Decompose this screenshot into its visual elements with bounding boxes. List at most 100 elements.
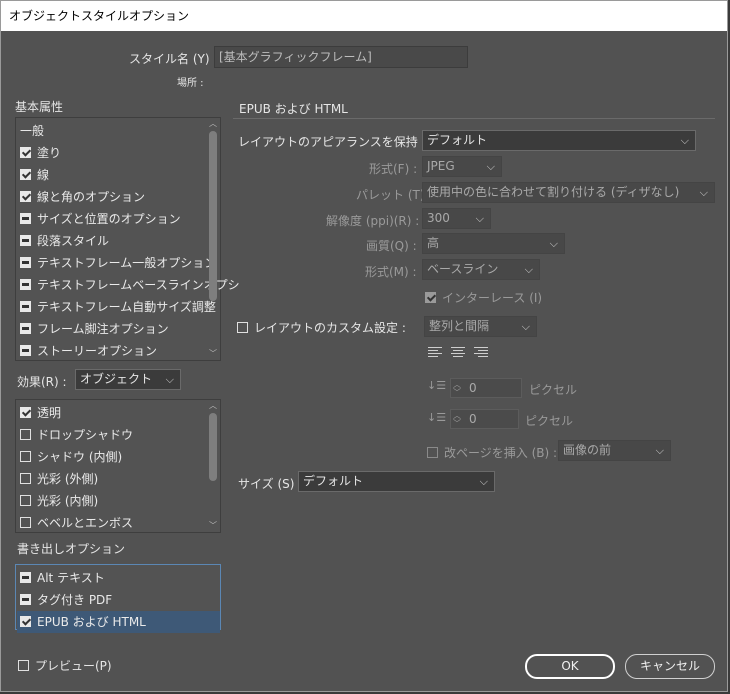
basic-attribute-item-label: ストーリーオプション <box>37 344 158 358</box>
checkbox-mixed-icon[interactable] <box>20 594 31 605</box>
checkbox-empty-icon[interactable] <box>20 451 31 462</box>
effect-item-label: ベベルとエンボス <box>37 516 134 530</box>
stepper-down-icon[interactable]: ﹀ <box>453 418 461 429</box>
scroll-down-arrow-icon[interactable]: ﹀ <box>207 521 219 531</box>
palette-value: 使用中の色に合わせて割り付ける (ディザなし) <box>427 185 680 199</box>
scroll-thumb[interactable] <box>209 131 217 301</box>
basic-attribute-item[interactable]: ストーリーオプション <box>20 340 157 362</box>
interlace-label: インターレース (I) <box>442 291 543 305</box>
align-center-icon[interactable] <box>451 347 465 359</box>
effect-item[interactable]: 光彩 (外側) <box>20 468 98 490</box>
basic-attribute-item[interactable]: 線と角のオプション <box>20 186 145 208</box>
basic-attributes-list: 一般 塗り線線と角のオプションサイズと位置のオプション段落スタイルテキストフレーム… <box>15 117 240 362</box>
effects-scrollbar[interactable]: ︿ ﹀ <box>207 401 219 531</box>
export-option-item[interactable]: タグ付き PDF <box>20 589 112 611</box>
size-label: サイズ (S) : <box>238 477 303 491</box>
basic-attribute-item[interactable]: 一般 <box>20 120 44 142</box>
interlace-checkbox[interactable]: インターレース (I) <box>425 289 542 306</box>
resolution-select[interactable]: 300 ⌵ <box>422 208 491 229</box>
checkbox-mixed-icon[interactable] <box>20 213 31 224</box>
basic-attribute-item[interactable]: サイズと位置のオプション <box>20 208 181 230</box>
style-name-label: スタイル名 (Y) : <box>129 52 218 66</box>
effects-select[interactable]: オブジェクト ⌵ <box>75 369 181 390</box>
quality-select[interactable]: 高 ⌵ <box>422 233 565 254</box>
space-before-stepper[interactable]: ︿ ﹀ 0 <box>450 378 522 398</box>
method-select[interactable]: ベースライン ⌵ <box>422 259 540 280</box>
custom-layout-select[interactable]: 整列と間隔 ⌵ <box>424 316 537 337</box>
space-after-value[interactable]: 0 <box>469 412 477 426</box>
scroll-thumb[interactable] <box>209 413 217 481</box>
page-break-value: 画像の前 <box>563 443 612 457</box>
checkbox-mixed-icon[interactable] <box>20 345 31 356</box>
ok-button[interactable]: OK <box>525 654 615 679</box>
page-break-select[interactable]: 画像の前 ⌵ <box>558 440 671 461</box>
format-select[interactable]: JPEG ⌵ <box>422 156 502 177</box>
effects-label: 効果(R) : <box>17 375 67 389</box>
chevron-down-icon: ⌵ <box>165 373 174 386</box>
export-option-item[interactable]: Alt テキスト <box>20 567 105 589</box>
size-value: デフォルト <box>303 474 364 488</box>
checkbox-mixed-icon[interactable] <box>20 323 31 334</box>
checkbox-mixed-icon[interactable] <box>20 235 31 246</box>
scroll-down-arrow-icon[interactable]: ﹀ <box>207 349 219 359</box>
preserve-layout-select[interactable]: デフォルト ⌵ <box>422 130 696 151</box>
chevron-down-icon: ⌵ <box>655 444 664 457</box>
export-option-item[interactable]: EPUB および HTML <box>17 611 220 633</box>
custom-layout-checkbox[interactable]: レイアウトのカスタム設定 : <box>237 319 406 336</box>
checkbox-mixed-icon[interactable] <box>20 257 31 268</box>
basic-attribute-item-label: テキストフレーム自動サイズ調整 <box>37 300 216 314</box>
checkbox-empty-icon[interactable] <box>20 473 31 484</box>
scroll-up-arrow-icon[interactable]: ︿ <box>207 401 219 411</box>
checkbox-mixed-icon[interactable] <box>20 301 31 312</box>
basic-attribute-item[interactable]: テキストフレーム一般オプション <box>20 252 216 274</box>
checkbox-empty-icon <box>427 447 438 458</box>
effect-item[interactable]: ドロップシャドウ <box>20 424 133 446</box>
effect-item[interactable]: ベベルとエンボス <box>20 512 133 534</box>
checkbox-empty-icon[interactable] <box>20 495 31 506</box>
checkbox-empty-icon[interactable] <box>20 517 31 528</box>
checkbox-checked-icon[interactable] <box>20 191 31 202</box>
cancel-button[interactable]: キャンセル <box>625 654 715 679</box>
checkbox-empty-icon <box>18 660 29 671</box>
preview-checkbox[interactable]: プレビュー(P) <box>18 657 112 674</box>
basic-attribute-item[interactable]: 線 <box>20 164 49 186</box>
checkbox-empty-icon <box>237 322 248 333</box>
space-before-value[interactable]: 0 <box>469 381 477 395</box>
basic-attribute-item[interactable]: 塗り <box>20 142 61 164</box>
basic-attribute-item-label: 線と角のオプション <box>37 190 146 204</box>
stepper-down-icon[interactable]: ﹀ <box>453 387 461 398</box>
format-value: JPEG <box>427 159 455 173</box>
align-left-icon[interactable] <box>428 347 442 359</box>
chevron-down-icon: ⌵ <box>475 212 484 225</box>
align-right-icon[interactable] <box>474 347 488 359</box>
size-select[interactable]: デフォルト ⌵ <box>298 471 495 492</box>
chevron-down-icon: ⌵ <box>486 160 495 173</box>
basic-attributes-scrollbar[interactable]: ︿ ﹀ <box>207 119 219 359</box>
chevron-down-icon: ⌵ <box>680 134 689 147</box>
page-break-label: 改ページを挿入 (B) : <box>444 446 558 460</box>
checkbox-checked-icon[interactable] <box>20 169 31 180</box>
effect-item-label: ドロップシャドウ <box>37 428 134 442</box>
space-after-stepper[interactable]: ︿ ﹀ 0 <box>450 409 519 429</box>
effect-item[interactable]: シャドウ (内側) <box>20 446 122 468</box>
palette-select[interactable]: 使用中の色に合わせて割り付ける (ディザなし) ⌵ <box>422 182 715 203</box>
checkbox-checked-icon[interactable] <box>20 407 31 418</box>
basic-attribute-item-label: サイズと位置のオプション <box>37 212 181 226</box>
location-label: 場所 : <box>177 78 204 89</box>
checkbox-checked-icon[interactable] <box>20 616 31 627</box>
style-name-input[interactable]: [基本グラフィックフレーム] <box>214 46 468 68</box>
basic-attribute-item[interactable]: 段落スタイル <box>20 230 109 252</box>
effect-item[interactable]: 透明 <box>20 402 61 424</box>
export-option-item-label: タグ付き PDF <box>37 593 113 607</box>
basic-attribute-item[interactable]: テキストフレーム自動サイズ調整 <box>20 296 216 318</box>
effect-item[interactable]: 光彩 (内側) <box>20 490 98 512</box>
basic-attribute-item[interactable]: フレーム脚注オプション <box>20 318 169 340</box>
basic-attribute-item-label: テキストフレーム一般オプション <box>37 256 217 270</box>
export-option-item-label: Alt テキスト <box>37 571 105 585</box>
checkbox-mixed-icon[interactable] <box>20 572 31 583</box>
scroll-up-arrow-icon[interactable]: ︿ <box>207 119 219 129</box>
page-break-checkbox[interactable]: 改ページを挿入 (B) : <box>427 444 557 461</box>
checkbox-empty-icon[interactable] <box>20 429 31 440</box>
checkbox-mixed-icon[interactable] <box>20 279 31 290</box>
checkbox-checked-icon[interactable] <box>20 147 31 158</box>
